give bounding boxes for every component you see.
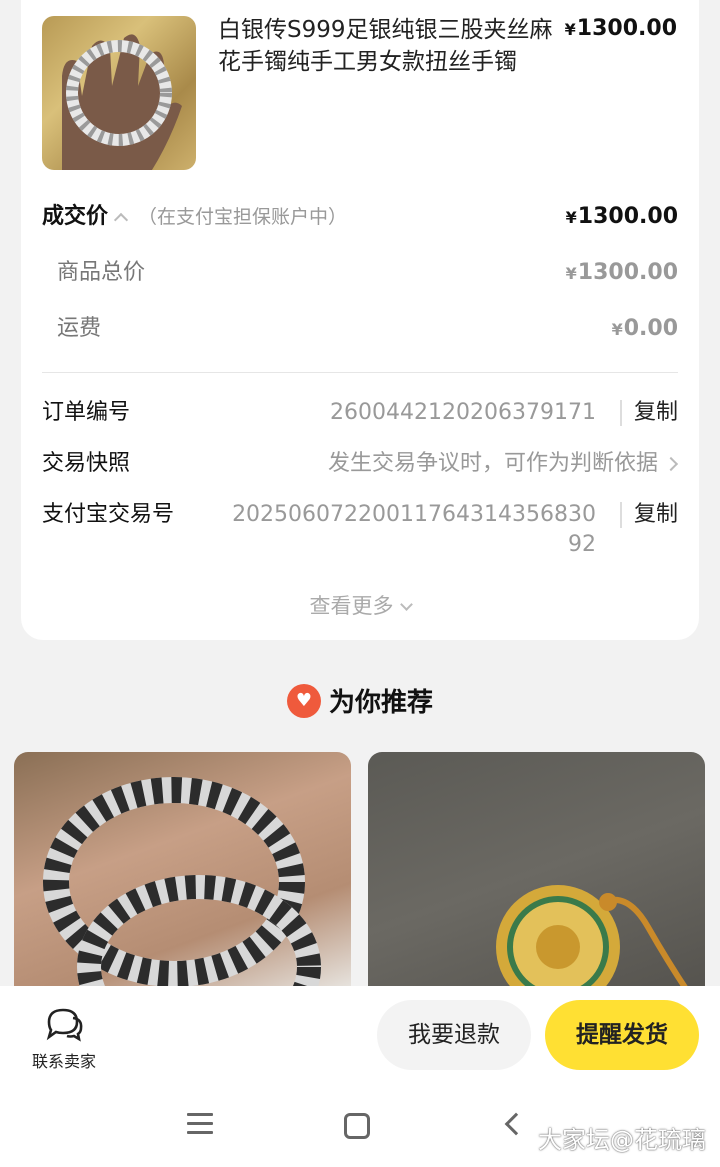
watermark: 大家坛@花琉璃 [538,1126,706,1154]
order-number-label: 订单编号 [42,400,131,425]
product-image[interactable] [42,16,196,170]
order-number-value: 2600442120206379171 [330,400,596,425]
alipay-number-line2: 92 [568,532,596,557]
product-price-value: 1300.00 [576,16,677,41]
recommend-title: 为你推荐 [328,688,433,718]
shipping-row: 运费 ¥0.00 [42,312,678,346]
contact-seller-label: 联系卖家 [31,1052,96,1071]
chevron-down-icon [399,598,413,611]
order-detail-card: 白银传S999足银纯银三股夹丝麻花手镯纯手工男女款扭丝手镯 ¥1300.00 成… [21,0,699,640]
back-icon[interactable] [504,1112,528,1136]
alipay-number-value: 20250607220011764314356830 92 [232,500,596,560]
deal-price-label-group: 成交价 （在支付宝担保账户中） [42,200,347,234]
remind-ship-button[interactable]: 提醒发货 [545,1000,699,1070]
order-number-row: 订单编号 2600442120206379171 复制 [42,396,678,430]
bottom-action-bar: 联系卖家 我要退款 提醒发货 [0,986,720,1086]
chevron-up-icon[interactable] [113,212,129,228]
home-icon[interactable] [344,1113,370,1139]
chevron-right-icon [663,456,679,472]
product-title[interactable]: 白银传S999足银纯银三股夹丝麻花手镯纯手工男女款扭丝手镯 [218,14,558,78]
heart-icon: ♥ [286,683,321,718]
shipping-label: 运费 [57,316,102,341]
subtotal-amount: 1300.00 [577,260,678,285]
shipping-amount: 0.00 [623,316,678,341]
deal-price-sublabel: （在支付宝担保账户中） [138,206,348,228]
recent-apps-icon[interactable] [187,1113,213,1135]
deal-price-value: 1300.00 [577,204,678,229]
recommend-item[interactable] [368,752,705,992]
currency-symbol: ¥ [564,20,576,39]
contact-seller-button[interactable]: 联系卖家 [28,1006,100,1072]
deal-price-label: 成交价 [42,204,109,229]
currency-symbol: ¥ [565,208,577,227]
subtotal-row: 商品总价 ¥1300.00 [42,256,678,290]
product-price: ¥1300.00 [565,16,677,41]
alipay-number-line1: 20250607220011764314356830 [232,502,596,527]
copy-alipay-number-button[interactable]: 复制 [619,502,678,528]
see-more-button[interactable]: 查看更多 [21,590,699,620]
snapshot-label: 交易快照 [42,451,131,476]
shipping-value: ¥0.00 [612,312,678,347]
recommend-header: ♥ 为你推荐 [0,682,720,721]
subtotal-label: 商品总价 [57,260,146,285]
alipay-number-label: 支付宝交易号 [42,502,175,527]
currency-symbol: ¥ [565,264,577,283]
alipay-number-row: 支付宝交易号 20250607220011764314356830 92 复制 [42,498,678,562]
copy-order-number-button[interactable]: 复制 [619,400,678,426]
snapshot-row[interactable]: 交易快照 发生交易争议时，可作为判断依据 [42,447,679,481]
see-more-label: 查看更多 [309,594,394,618]
recommend-item[interactable] [14,752,351,992]
chat-icon [46,1008,83,1042]
subtotal-value: ¥1300.00 [566,256,678,291]
divider [42,372,678,373]
currency-symbol: ¥ [611,320,623,339]
refund-button[interactable]: 我要退款 [377,1000,531,1070]
deal-price-row[interactable]: 成交价 （在支付宝担保账户中） ¥1300.00 [42,200,678,234]
snapshot-description: 发生交易争议时，可作为判断依据 [327,451,658,476]
deal-price: ¥1300.00 [566,200,678,235]
